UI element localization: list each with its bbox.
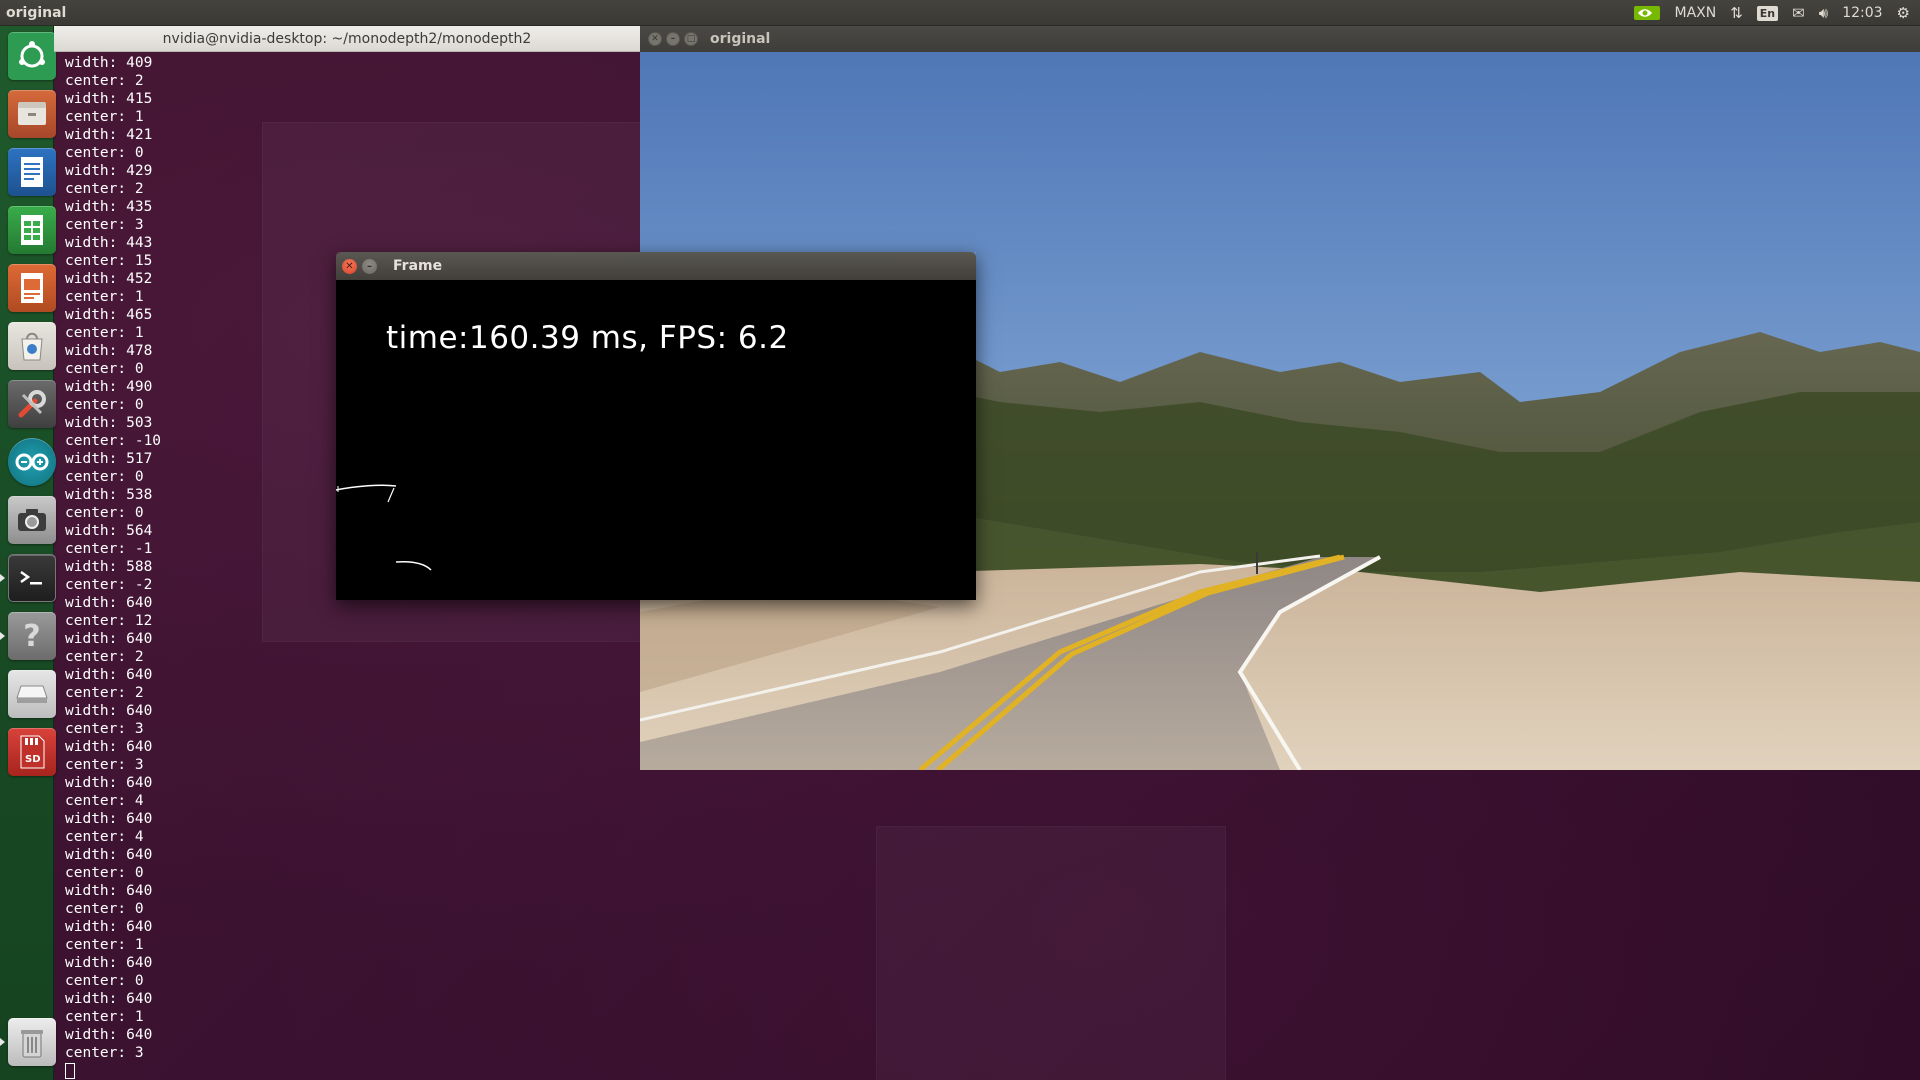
clock[interactable]: 12:03 (1842, 5, 1882, 21)
terminal-line: center: 0 (65, 901, 144, 917)
network-icon[interactable]: ⇅ (1730, 4, 1743, 22)
terminal-line: width: 640 (65, 739, 153, 755)
terminal-line: center: 3 (65, 217, 144, 233)
terminal-line: center: 2 (65, 181, 144, 197)
close-button[interactable]: ✕ (342, 258, 357, 274)
terminal-line: center: 3 (65, 757, 144, 773)
indicator-area: MAXN ⇅ En ✉ 🔊︎ 12:03 ⚙ (1634, 0, 1920, 26)
terminal-line: center: 2 (65, 649, 144, 665)
terminal-line: width: 415 (65, 91, 153, 107)
terminal-line: center: 1 (65, 109, 144, 125)
keyboard-language-indicator[interactable]: En (1756, 5, 1779, 21)
launcher-item-calc[interactable] (6, 204, 58, 256)
original-window-title: original (710, 31, 771, 47)
launcher-item-sd-card[interactable]: SD (6, 726, 58, 778)
launcher-item-impress[interactable] (6, 262, 58, 314)
gear-icon[interactable]: ⚙ (1897, 4, 1910, 22)
terminal-line: center: 2 (65, 73, 144, 89)
power-mode-label[interactable]: MAXN (1674, 5, 1716, 21)
terminal-line: width: 640 (65, 883, 153, 899)
launcher-item-dash[interactable] (6, 30, 58, 82)
terminal-line: center: 2 (65, 685, 144, 701)
mail-icon[interactable]: ✉ (1792, 4, 1805, 22)
software-center-icon (8, 322, 56, 370)
launcher-item-files[interactable] (6, 88, 58, 140)
terminal-icon (8, 554, 56, 602)
terminal-line: width: 640 (65, 991, 153, 1007)
minimize-button[interactable]: – (666, 32, 680, 46)
running-indicator (0, 632, 5, 640)
drive-icon (8, 670, 56, 718)
camera-icon (8, 496, 56, 544)
terminal-line: width: 443 (65, 235, 153, 251)
terminal-line: width: 435 (65, 199, 153, 215)
launcher: ? SD (0, 26, 56, 1080)
running-indicator (0, 1038, 5, 1046)
terminal-line: center: 0 (65, 865, 144, 881)
terminal-line: center: 1 (65, 937, 144, 953)
files-icon (8, 90, 56, 138)
top-panel: original MAXN ⇅ En ✉ 🔊︎ 12:03 ⚙ (0, 0, 1920, 26)
terminal-line: width: 640 (65, 703, 153, 719)
launcher-item-arduino[interactable] (6, 436, 58, 488)
terminal-titlebar[interactable]: nvidia@nvidia-desktop: ~/monodepth2/mono… (54, 26, 640, 52)
running-indicator (0, 574, 5, 582)
volume-icon[interactable]: 🔊︎ (1819, 4, 1828, 22)
terminal-line: width: 640 (65, 811, 153, 827)
terminal-line: width: 640 (65, 847, 153, 863)
terminal-line: center: 0 (65, 145, 144, 161)
launcher-item-terminal[interactable] (0, 552, 58, 604)
launcher-item-drive[interactable] (6, 668, 58, 720)
launcher-item-writer[interactable] (6, 146, 58, 198)
ubuntu-dash-icon (8, 32, 56, 80)
background-window-ghost-2 (876, 826, 1226, 1080)
impress-icon (8, 264, 56, 312)
writer-icon (8, 148, 56, 196)
terminal-title: nvidia@nvidia-desktop: ~/monodepth2/mono… (162, 30, 532, 47)
system-settings-icon (8, 380, 56, 428)
frame-window-title: Frame (393, 258, 443, 274)
terminal-line: center: 3 (65, 721, 144, 737)
terminal-line: center: 0 (65, 973, 144, 989)
terminal-line: center: 4 (65, 793, 144, 809)
help-icon: ? (8, 612, 56, 660)
calc-icon (8, 206, 56, 254)
terminal-line: center: 4 (65, 829, 144, 845)
terminal-line: width: 640 (65, 919, 153, 935)
frame-canvas: time:160.39 ms, FPS: 6.2 (336, 280, 976, 600)
terminal-line: width: 429 (65, 163, 153, 179)
launcher-item-camera[interactable] (6, 494, 58, 546)
terminal-line: center: 1 (65, 1009, 144, 1025)
sd-card-icon: SD (8, 728, 56, 776)
terminal-line: width: 421 (65, 127, 153, 143)
terminal-line: width: 640 (65, 775, 153, 791)
terminal-line: width: 640 (65, 1027, 153, 1043)
arduino-icon (8, 438, 56, 486)
terminal-line: width: 640 (65, 955, 153, 971)
nvidia-icon[interactable] (1634, 5, 1661, 21)
terminal-line: width: 409 (65, 55, 153, 71)
terminal-line: width: 640 (65, 667, 153, 683)
terminal-cursor (65, 1062, 640, 1080)
close-button[interactable]: ✕ (648, 32, 662, 46)
launcher-item-help[interactable]: ? (0, 610, 58, 662)
svg-text:SD: SD (25, 754, 41, 765)
minimize-button[interactable]: – (362, 258, 377, 274)
original-window-titlebar[interactable]: ✕ – □ original (640, 26, 1920, 52)
frame-window-titlebar[interactable]: ✕ – Frame (336, 252, 976, 280)
frame-window[interactable]: ✕ – Frame time:160.39 ms, FPS: 6.2 (336, 252, 976, 600)
launcher-item-software[interactable] (6, 320, 58, 372)
launcher-item-settings[interactable] (6, 378, 58, 430)
lane-detection-lines (336, 484, 432, 571)
launcher-item-trash[interactable] (0, 1016, 58, 1068)
terminal-line: center: 3 (65, 1045, 144, 1061)
active-app-title: original (6, 4, 67, 21)
maximize-button[interactable]: □ (684, 32, 698, 46)
terminal-line: width: 640 (65, 631, 153, 647)
trash-icon (8, 1018, 56, 1066)
terminal-line: center: 12 (65, 613, 153, 629)
